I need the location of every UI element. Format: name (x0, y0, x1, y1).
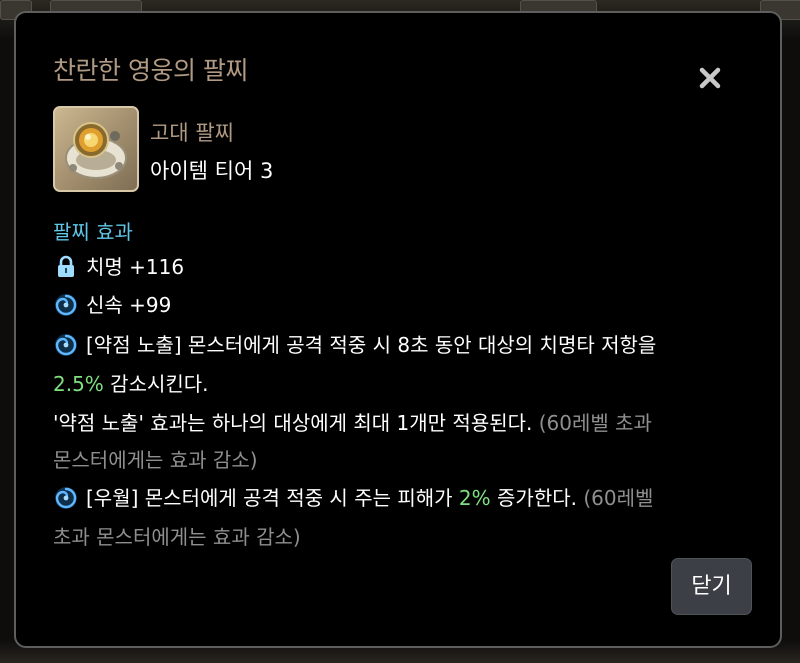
weakness-line3-main: '약점 노출' 효과는 하나의 대상에게 최대 1개만 적용된다. (53, 411, 533, 435)
swirl-icon (53, 485, 79, 511)
weakness-line2-rest: 감소시킨다. (103, 372, 209, 396)
superiority-line1-note: (60레벨 (576, 486, 654, 510)
effect-crit-text: 치명 +116 (86, 255, 185, 279)
section-title: 팔찌 효과 (53, 220, 133, 244)
bracelet-item-icon (53, 106, 139, 192)
weakness-line3-note: (60레벨 초과 (532, 411, 652, 435)
effect-swift: 신속 +99 (53, 291, 171, 319)
effect-weakness-line1: [약점 노출] 몬스터에게 공격 적중 시 8초 동안 대상의 치명타 저항을 (86, 333, 657, 357)
swirl-icon (53, 332, 79, 358)
effect-swift-text: 신속 +99 (86, 293, 172, 317)
effect-crit: 치명 +116 (53, 253, 184, 281)
effect-superiority: [우월] 몬스터에게 공격 적중 시 주는 피해가 2% 증가한다. (60레벨 (53, 484, 653, 512)
item-tier: 아이템 티어 3 (150, 159, 274, 183)
superiority-line2-note: 초과 몬스터에게는 효과 감소) (53, 525, 301, 549)
effect-weakness-line2: 2.5% 감소시킨다. (53, 370, 209, 398)
swirl-icon (53, 292, 79, 318)
dialog-title: 찬란한 영웅의 팔찌 (53, 56, 248, 85)
effect-weakness: [약점 노출] 몬스터에게 공격 적중 시 8초 동안 대상의 치명타 저항을 (53, 331, 656, 359)
superiority-line1-rest: 증가한다. (490, 486, 577, 510)
weakness-value: 2.5% (53, 372, 104, 396)
superiority-value: 2% (458, 486, 491, 510)
item-grade: 고대 팔찌 (150, 121, 234, 145)
close-button[interactable]: 닫기 (671, 558, 752, 615)
lock-icon (53, 254, 79, 280)
effect-weakness-line3: '약점 노출' 효과는 하나의 대상에게 최대 1개만 적용된다. (60레벨 … (53, 409, 652, 437)
close-icon[interactable] (697, 65, 723, 91)
superiority-line1-main: [우월] 몬스터에게 공격 적중 시 주는 피해가 (86, 486, 459, 510)
weakness-line4-note: 몬스터에게는 효과 감소) (53, 448, 258, 472)
item-tooltip-dialog: 찬란한 영웅의 팔찌 고대 팔찌 아이템 티어 3 팔찌 효과 치명 +116 … (14, 11, 782, 648)
